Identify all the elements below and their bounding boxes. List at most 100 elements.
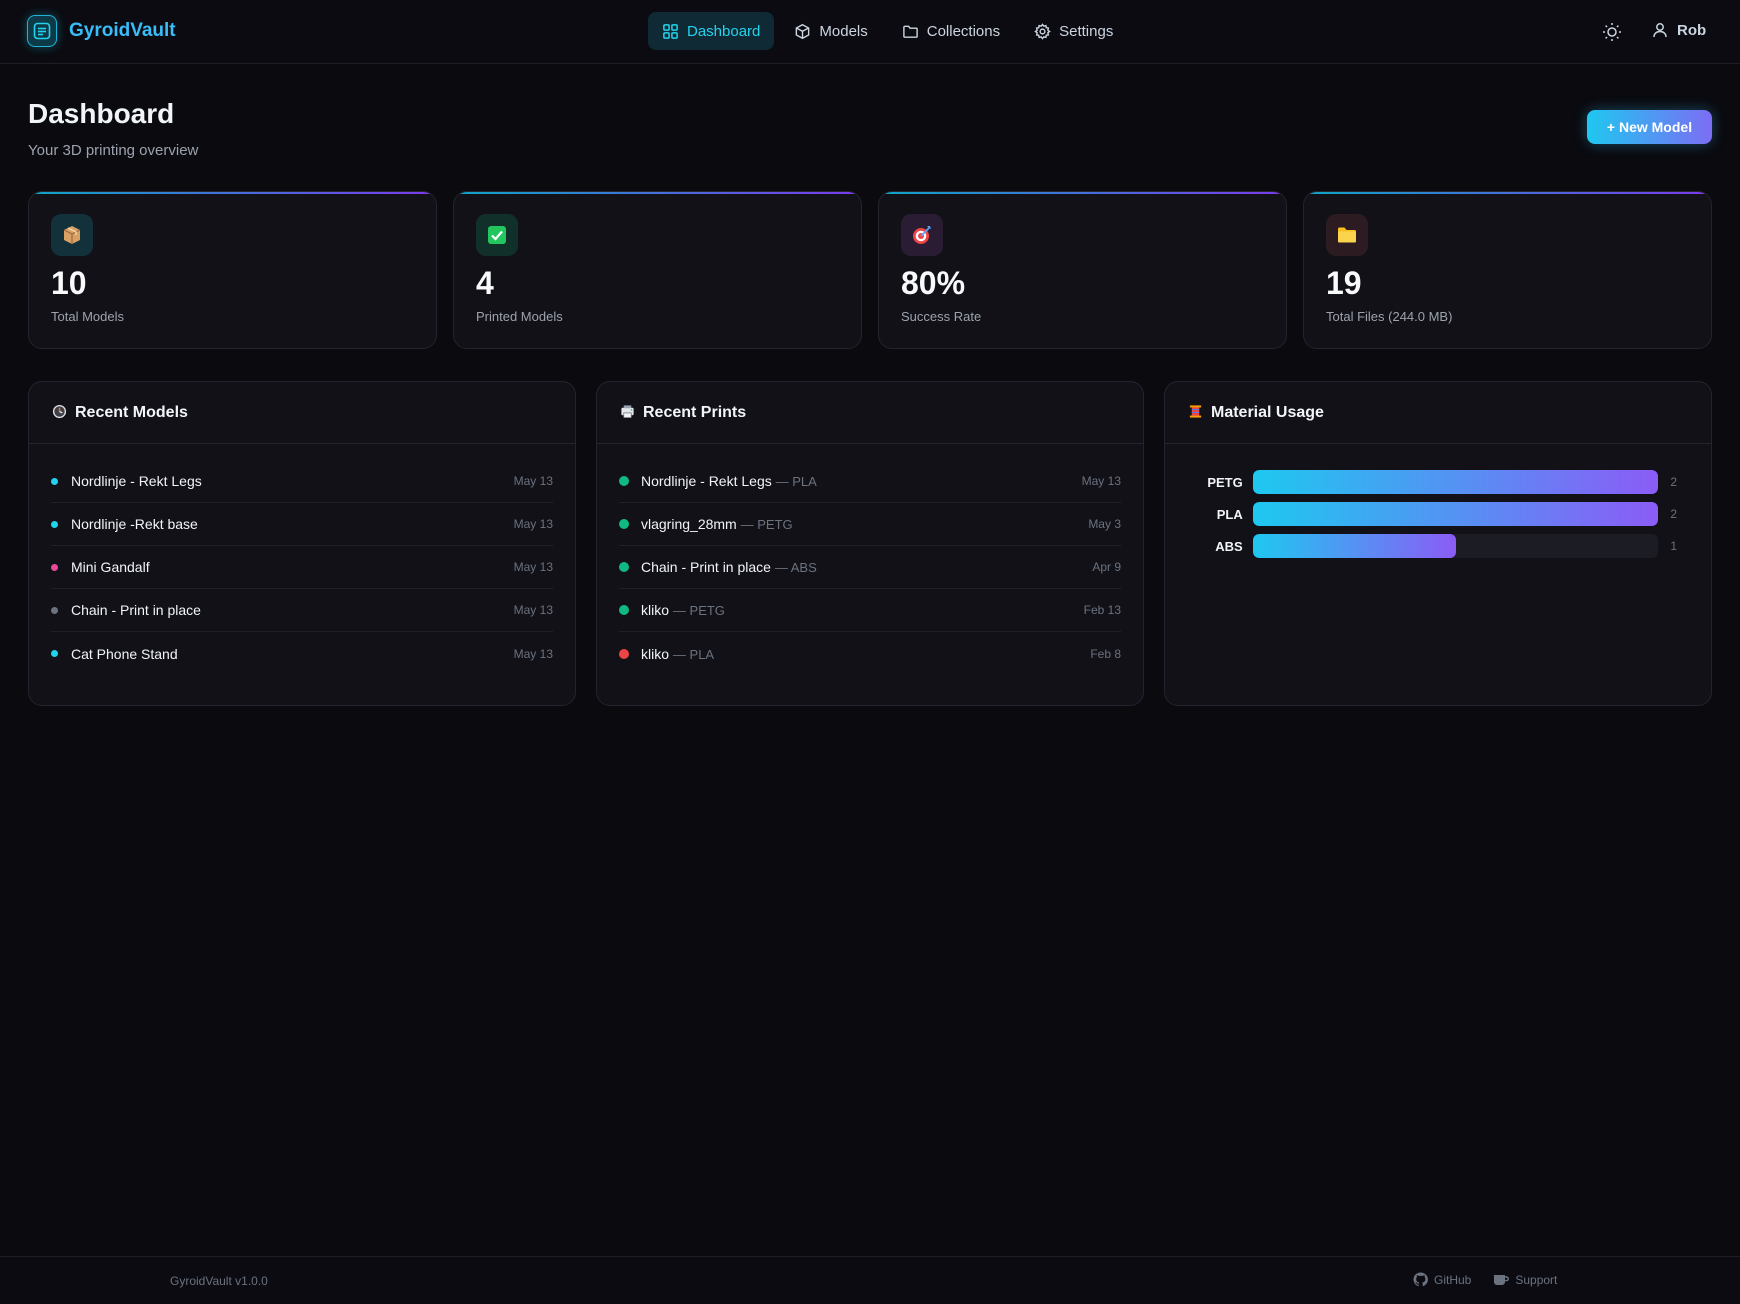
material-bar-fill [1252, 502, 1659, 526]
stat-value: 19 [1326, 265, 1362, 301]
stat-value: 10 [51, 265, 87, 301]
grid-icon [663, 23, 678, 39]
gear-icon [1034, 22, 1051, 40]
list-item[interactable]: Nordlinje -Rekt base May 13 [51, 503, 553, 546]
status-dot [51, 520, 58, 528]
print-material: — PETG [740, 517, 793, 532]
print-material: — PLA [775, 474, 817, 489]
print-date: May 3 [1088, 517, 1121, 531]
print-name: Nordlinje - Rekt Legs [641, 473, 772, 489]
brand[interactable]: GyroidVault [27, 15, 176, 47]
folder-icon [902, 25, 918, 38]
material-bar-row: PLA 2 [1199, 498, 1677, 530]
list-item[interactable]: Cat Phone Stand May 13 [51, 632, 553, 675]
stat-value: 80% [901, 265, 966, 301]
model-date: May 13 [513, 646, 553, 661]
print-name: Chain - Print in place [641, 559, 771, 575]
model-date: May 13 [513, 474, 553, 488]
material-bar-fill [1252, 470, 1659, 494]
print-material: — ABS [774, 560, 817, 575]
theme-toggle-button[interactable] [1601, 21, 1623, 43]
nav-dashboard[interactable]: Dashboard [648, 12, 775, 50]
stat-label: Success Rate [901, 309, 982, 324]
user-name: Rob [1677, 21, 1707, 39]
print-status-dot [619, 605, 629, 615]
status-dot [51, 477, 58, 485]
stat-label: Total Files (244.0 MB) [1326, 309, 1453, 324]
github-link[interactable]: GitHub [1413, 1272, 1471, 1287]
material-bar-row: ABS 1 [1199, 530, 1677, 562]
stat-label: Total Models [51, 309, 124, 324]
nav-label: Dashboard [687, 22, 761, 40]
print-name: kliko [641, 602, 670, 618]
target-icon [901, 214, 943, 256]
logo-icon [27, 15, 57, 47]
model-date: May 13 [513, 517, 553, 531]
main-nav: Dashboard Models Collections Settings [648, 12, 1127, 50]
nav-label: Settings [1059, 22, 1114, 40]
model-name: Chain - Print in place [71, 602, 201, 618]
model-name: Nordlinje - Rekt Legs [71, 473, 202, 489]
user-menu[interactable]: Rob [1651, 21, 1706, 39]
list-item[interactable]: Nordlinje - Rekt Legs May 13 [51, 460, 553, 503]
status-dot [51, 563, 58, 571]
footer: GyroidVault v1.0.0 GitHub Support [0, 1256, 1740, 1304]
material-count: 1 [1670, 539, 1677, 553]
print-name: kliko [641, 645, 670, 662]
list-item[interactable]: kliko — PLA Feb 8 [619, 632, 1121, 675]
stat-card-total-files: 19 Total Files (244.0 MB) [1303, 191, 1712, 349]
model-date: May 13 [513, 560, 553, 574]
coffee-icon [1494, 1274, 1510, 1285]
nav-label: Collections [926, 22, 1001, 40]
material-bar-row: PETG 2 [1199, 466, 1677, 498]
cube-icon [796, 23, 810, 39]
list-item[interactable]: Nordlinje - Rekt Legs — PLA May 13 [619, 460, 1121, 503]
print-date: Apr 9 [1092, 560, 1121, 574]
material-label: PLA [1216, 506, 1243, 522]
nav-collections[interactable]: Collections [888, 12, 1014, 50]
user-icon [1653, 23, 1667, 38]
folder-icon [1326, 214, 1368, 256]
material-usage-panel: Material Usage PETG 2 PLA 2 ABS 1 [1164, 381, 1712, 706]
material-label: PETG [1207, 474, 1243, 490]
list-item[interactable]: vlagring_28mm — PETG May 3 [619, 503, 1121, 546]
new-model-button[interactable]: + New Model [1587, 110, 1712, 144]
print-status-dot [619, 476, 629, 486]
nav-models[interactable]: Models [780, 12, 881, 50]
page-title: Dashboard [28, 98, 175, 129]
list-item[interactable]: Mini Gandalf May 13 [51, 546, 553, 589]
stat-value: 4 [476, 265, 494, 301]
support-link[interactable]: Support [1493, 1272, 1557, 1287]
panel-title: Material Usage [1211, 403, 1324, 421]
material-label: ABS [1215, 538, 1243, 554]
panel-title: Recent Prints [643, 403, 747, 421]
print-name: vlagring_28mm [641, 516, 737, 532]
nav-label: Models [819, 22, 868, 40]
model-name: Nordlinje -Rekt base [71, 516, 198, 532]
model-date: May 13 [513, 603, 553, 617]
brand-name: GyroidVault [69, 20, 176, 41]
print-status-dot [619, 648, 629, 659]
list-item[interactable]: kliko — PETG Feb 13 [619, 589, 1121, 632]
top-navbar: GyroidVault Dashboard Models Collections… [0, 0, 1740, 64]
support-label: Support [1515, 1272, 1558, 1287]
panel-title: Recent Models [75, 403, 188, 421]
print-date: Feb 8 [1090, 646, 1121, 661]
spool-icon [1188, 404, 1203, 422]
printer-icon [620, 404, 635, 422]
list-item[interactable]: Chain - Print in place — ABS Apr 9 [619, 546, 1121, 589]
print-date: May 13 [1081, 474, 1121, 488]
stat-card-success-rate: 80% Success Rate [878, 191, 1287, 349]
sun-icon [1603, 23, 1621, 41]
check-icon [476, 214, 518, 256]
stat-card-total-models: 10 Total Models [28, 191, 437, 349]
version-label: GyroidVault v1.0.0 [170, 1274, 268, 1288]
page-subtitle: Your 3D printing overview [28, 142, 199, 159]
status-dot [51, 650, 58, 657]
recent-prints-panel: Recent Prints Nordlinje - Rekt Legs — PL… [596, 381, 1144, 706]
list-item[interactable]: Chain - Print in place May 13 [51, 589, 553, 632]
status-dot [51, 606, 58, 614]
github-icon [1413, 1272, 1428, 1287]
material-bar-fill [1252, 534, 1456, 558]
nav-settings[interactable]: Settings [1020, 12, 1127, 50]
